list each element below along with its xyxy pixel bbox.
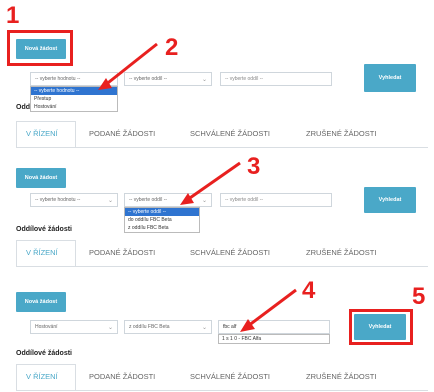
- tab-in-progress[interactable]: V ŘÍZENÍ: [26, 364, 58, 390]
- tabs-bar: V ŘÍZENÍ PODANÉ ŽÁDOSTI SCHVÁLENÉ ŽÁDOST…: [16, 364, 428, 391]
- tab-cancelled[interactable]: ZRUŠENÉ ŽÁDOSTI: [306, 364, 376, 390]
- section-title: Oddílové žádosti: [16, 350, 73, 357]
- annotation-arrow-4: [240, 288, 297, 332]
- tab-submitted[interactable]: PODANÉ ŽÁDOSTI: [89, 364, 155, 390]
- tab-approved[interactable]: SCHVÁLENÉ ŽÁDOSTI: [190, 364, 270, 390]
